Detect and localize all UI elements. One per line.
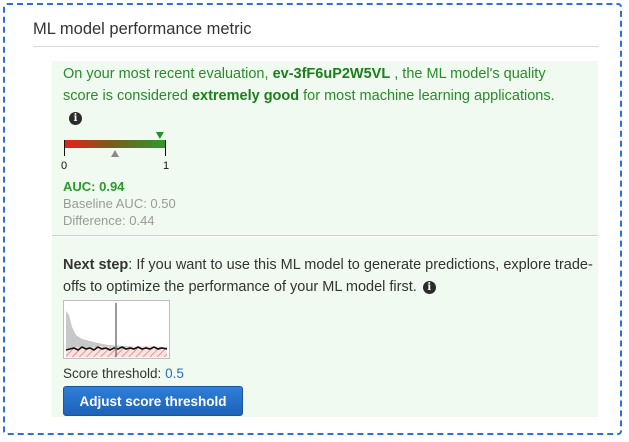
baseline-auc: Baseline AUC: 0.50 (63, 196, 176, 211)
summary-prefix: On your most recent evaluation, (63, 66, 273, 82)
score-distribution-thumbnail[interactable] (63, 300, 170, 359)
info-icon[interactable]: i (69, 111, 82, 125)
panel-divider (52, 235, 598, 236)
auc-marker (155, 132, 164, 139)
gauge-bar (64, 140, 166, 148)
section-title: ML model performance metric (33, 20, 252, 38)
auc-value: AUC: 0.94 (63, 179, 125, 194)
next-step-label: Next step (63, 257, 129, 273)
baseline-marker (111, 150, 119, 157)
summary-suffix: for most machine learning applications. (299, 88, 555, 104)
info-icon[interactable]: i (422, 280, 436, 294)
evaluation-summary: On your most recent evaluation, ev-3fF6u… (63, 63, 568, 129)
auc-gauge: 0 1 (61, 132, 169, 172)
quality-rating: extremely good (191, 88, 300, 104)
gauge-min-label: 0 (61, 160, 67, 172)
score-threshold: Score threshold: 0.5 (63, 366, 184, 381)
evaluation-id: ev-3fF6uP2W5VL (272, 66, 391, 82)
score-threshold-value: 0.5 (165, 366, 184, 381)
next-step-text: Next step: If you want to use this ML mo… (63, 254, 593, 298)
adjust-score-threshold-button[interactable]: Adjust score threshold (63, 386, 243, 416)
title-divider (33, 46, 599, 47)
gauge-max-label: 1 (163, 160, 169, 172)
next-step-body: : If you want to use this ML model to ge… (63, 257, 593, 295)
auc-difference: Difference: 0.44 (63, 213, 155, 228)
score-threshold-label: Score threshold: (63, 366, 166, 381)
